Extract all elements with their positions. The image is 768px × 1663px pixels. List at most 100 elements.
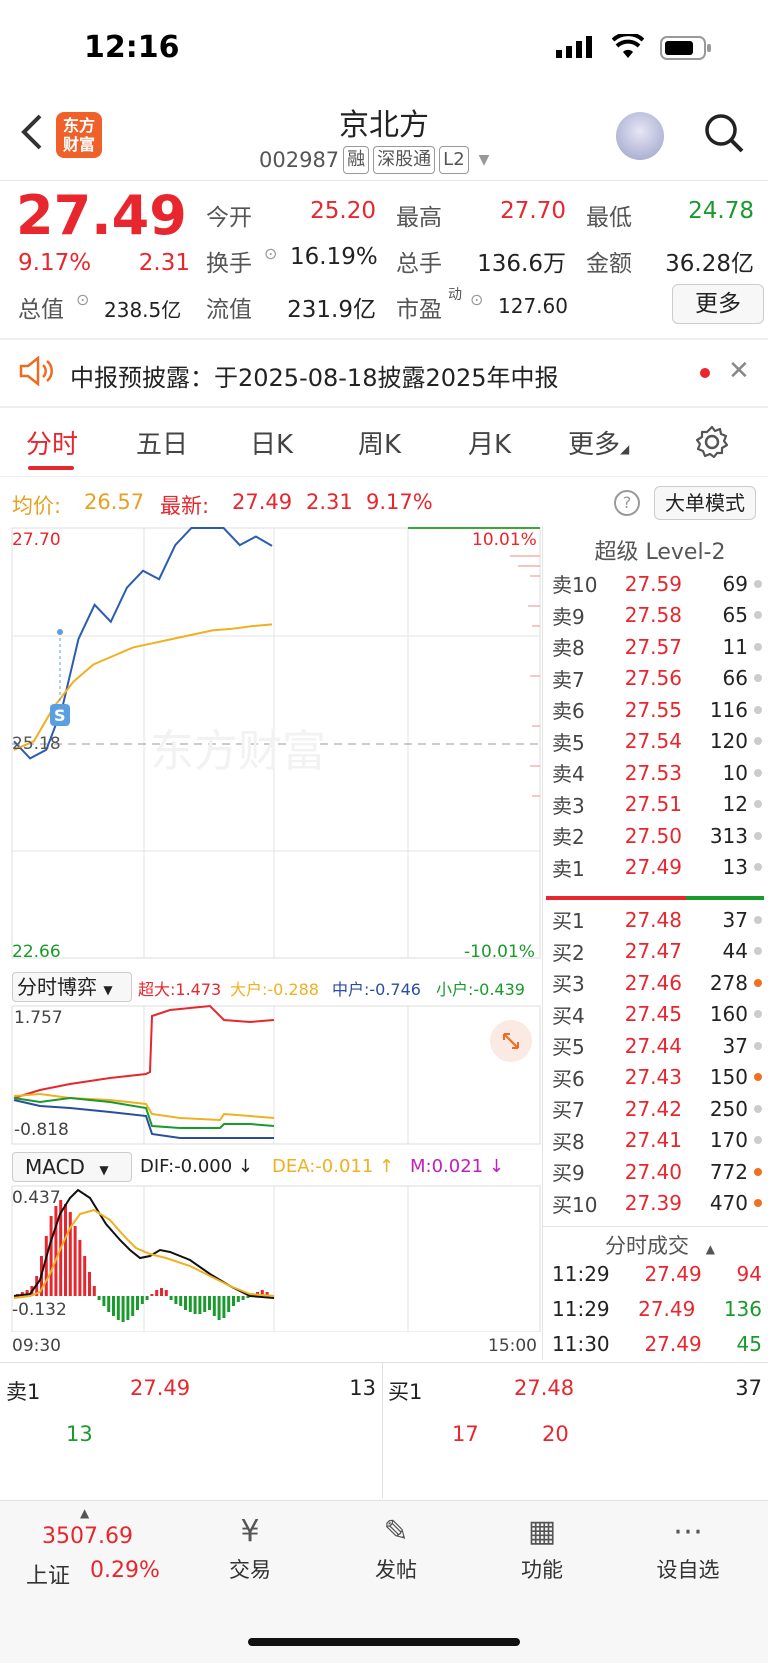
ask-row[interactable]: 卖4 27.53 10: [552, 757, 768, 789]
bid-row[interactable]: 买4 27.45 160: [552, 999, 768, 1031]
order-dot-icon: [754, 863, 762, 872]
queue-buy-order: 17: [452, 1422, 479, 1446]
big-order-mode-button[interactable]: 大单模式: [654, 486, 756, 520]
bid-row[interactable]: 买3 27.46 278: [552, 967, 768, 999]
orderbook-title[interactable]: 超级 Level-2: [552, 534, 768, 566]
ask-volume: 69: [722, 571, 748, 596]
macd-bar: [184, 1296, 187, 1310]
nav-functions[interactable]: ▦ 功能: [492, 1510, 592, 1584]
ask-level-label: 卖2: [552, 825, 585, 850]
intraday-chart[interactable]: 东方财富 S: [10, 526, 542, 960]
bid-level-label: 买1: [552, 909, 585, 934]
nav-post[interactable]: ✎ 发帖: [346, 1510, 446, 1584]
macd-bar: [160, 1288, 163, 1296]
bid-row[interactable]: 买10 27.39 470: [552, 1188, 768, 1220]
ask-price: 27.50: [624, 823, 682, 848]
bid-row[interactable]: 买1 27.48 37: [552, 904, 768, 936]
nav-trade[interactable]: ¥ 交易: [200, 1510, 300, 1584]
ask-volume: 313: [709, 823, 748, 848]
ask-row[interactable]: 卖9 27.58 65: [552, 600, 768, 632]
close-icon[interactable]: ✕: [728, 356, 750, 386]
ask-row[interactable]: 卖1 27.49 13: [552, 852, 768, 884]
bid-volume: 37: [722, 907, 748, 932]
ask-level-label: 卖3: [552, 793, 585, 818]
settings-gear-icon[interactable]: [694, 424, 730, 464]
bid-price: 27.42: [624, 1096, 682, 1121]
macd-selector[interactable]: MACD ▼: [12, 1152, 132, 1182]
more-dots-icon: ⋯: [673, 1514, 703, 1549]
macd-chart: [11, 1185, 541, 1332]
order-dot-icon: [754, 800, 762, 809]
ask-volume: 120: [709, 729, 748, 754]
ask-level-label: 卖7: [552, 667, 585, 692]
bid-row[interactable]: 买8 27.41 170: [552, 1125, 768, 1157]
macd-bar: [155, 1290, 159, 1296]
amount-value: 36.28亿: [665, 251, 754, 277]
ask-row[interactable]: 卖7 27.56 66: [552, 663, 768, 695]
info-icon[interactable]: ⊙: [470, 290, 483, 309]
tab-weekly[interactable]: 周K: [358, 424, 401, 461]
macd-bar: [188, 1296, 192, 1312]
macd-bar: [179, 1296, 183, 1306]
ask-row[interactable]: 卖6 27.55 116: [552, 694, 768, 726]
stock-subline[interactable]: 002987 融 深股通 L2 ▼: [259, 146, 489, 174]
order-dot-icon: [754, 768, 762, 777]
search-icon[interactable]: [704, 113, 744, 153]
index-value[interactable]: 3507.69: [42, 1524, 133, 1549]
bid-volume: 160: [709, 1002, 748, 1027]
order-dot-icon: [754, 978, 762, 987]
ask-level-label: 卖10: [552, 573, 598, 598]
help-icon[interactable]: ?: [614, 490, 640, 516]
macd-bar: [92, 1286, 96, 1296]
ask-level-label: 卖9: [552, 604, 585, 629]
macd-bar: [126, 1296, 130, 1320]
index-pct[interactable]: 0.29%: [90, 1558, 160, 1583]
turnover-label: 换手: [206, 251, 252, 277]
ask-level-label: 卖6: [552, 699, 585, 724]
bid-row[interactable]: 买2 27.47 44: [552, 936, 768, 968]
macd-bar: [140, 1296, 144, 1304]
volume-label: 总手: [396, 251, 442, 277]
trade-time: 11:30: [552, 1332, 610, 1356]
bid-price: 27.43: [624, 1065, 682, 1090]
order-dot-icon: [754, 915, 762, 924]
bid-volume: 170: [709, 1128, 748, 1153]
ask-row[interactable]: 卖2 27.50 313: [552, 820, 768, 852]
last-price: 27.49: [16, 184, 187, 247]
game-selector[interactable]: 分时博弈 ▼: [12, 972, 132, 1002]
bid-volume: 150: [709, 1065, 748, 1090]
bid-row[interactable]: 买6 27.43 150: [552, 1062, 768, 1094]
trade-volume: 94: [736, 1262, 762, 1286]
tab-more[interactable]: 更多◢: [568, 424, 629, 461]
tab-5day[interactable]: 五日: [136, 424, 188, 461]
order-dot-icon: [754, 611, 762, 620]
index-name[interactable]: 上证: [26, 1558, 70, 1590]
tab-daily[interactable]: 日K: [250, 424, 293, 461]
bid-row[interactable]: 买5 27.44 37: [552, 1030, 768, 1062]
ask-row[interactable]: 卖8 27.57 11: [552, 631, 768, 663]
ask-row[interactable]: 卖5 27.54 120: [552, 726, 768, 758]
order-dot-icon: [754, 642, 762, 651]
bid-row[interactable]: 买7 27.42 250: [552, 1093, 768, 1125]
trade-price: 27.49: [638, 1297, 696, 1321]
yen-cycle-icon: ¥: [240, 1514, 260, 1549]
more-button[interactable]: 更多: [672, 284, 764, 324]
order-dot-icon: [754, 1073, 762, 1082]
bid-row[interactable]: 买9 27.40 772: [552, 1156, 768, 1188]
ask-row[interactable]: 卖10 27.59 69: [552, 568, 768, 600]
expand-icon[interactable]: [490, 1020, 532, 1062]
ask-row[interactable]: 卖3 27.51 12: [552, 789, 768, 821]
bid-price: 27.47: [624, 939, 682, 964]
tab-monthly[interactable]: 月K: [468, 424, 511, 461]
ask-level-label: 卖5: [552, 730, 585, 755]
order-dot-icon: [754, 705, 762, 714]
tab-intraday[interactable]: 分时: [26, 424, 78, 461]
float-value: 231.9亿: [287, 297, 376, 323]
notice-text[interactable]: 中报预披露：于2025-08-18披露2025年中报: [70, 358, 559, 393]
bid-volume: 278: [709, 970, 748, 995]
trades-title[interactable]: 分时成交 ▲: [552, 1230, 768, 1260]
info-icon[interactable]: ⊙: [76, 290, 89, 309]
robot-avatar-icon[interactable]: [616, 112, 664, 160]
info-icon[interactable]: ⊙: [264, 244, 277, 263]
nav-add-watchlist[interactable]: ⋯ 设自选: [638, 1510, 738, 1584]
